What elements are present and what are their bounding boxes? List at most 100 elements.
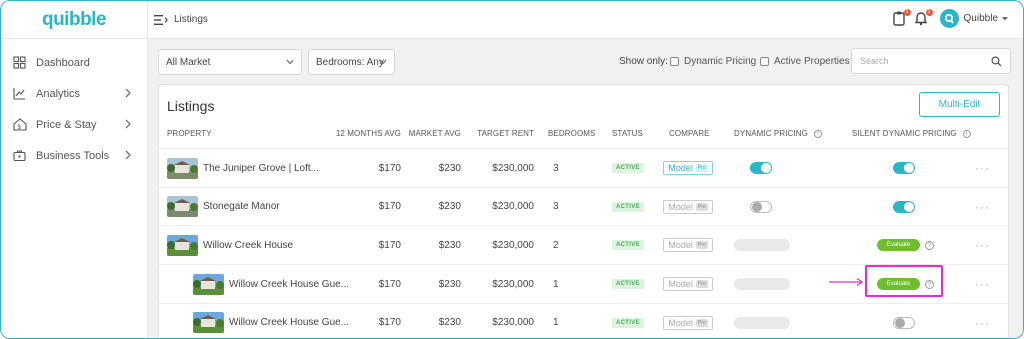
compare-cell: Model Pro [663,226,713,264]
bedrooms: 1 [553,278,559,290]
table-row[interactable]: Willow Creek House $170 $230 $230,000 2 ACTIV… [159,225,1008,263]
annotation-arrow [829,278,864,286]
property-name[interactable]: Willow Creek House Gue... [229,317,349,328]
market-avg: $230 [438,201,461,213]
property-thumbnail [167,157,198,179]
property-cell[interactable]: The Juniper Grove | Loft... [167,149,319,187]
checkbox-box[interactable] [760,57,769,66]
silent-pricing-toggle[interactable] [893,200,915,213]
help-icon[interactable]: ? [925,240,934,250]
bedrooms: 2 [553,239,559,251]
property-thumbnail [167,234,198,256]
more-options-icon[interactable]: ··· [975,161,990,175]
silent-pricing-cell [893,149,915,187]
table-row[interactable]: The Juniper Grove | Loft... $170 $230 $230,… [159,148,1008,186]
row-actions[interactable]: ··· [975,226,990,264]
sidebar-item-label: Analytics [36,87,81,100]
pro-badge: Pro [695,318,708,327]
status-cell: ACTIVE [612,226,644,264]
compare-model-button[interactable]: Model Pro [663,315,713,330]
row-actions[interactable]: ··· [975,188,990,226]
compare-model-button[interactable]: Model Pro [663,277,713,292]
compare-model-button[interactable]: Model Pro [663,199,713,214]
property-name[interactable]: Stonegate Manor [203,201,280,212]
info-icon[interactable]: i [962,129,971,138]
property-name[interactable]: Willow Creek House Gue... [229,279,349,290]
search-icon[interactable] [991,56,1002,67]
column-header-label: SILENT DYNAMIC PRICING [852,129,957,138]
sidebar-item-business-tools[interactable]: Business Tools [1,140,147,171]
status-badge: ACTIVE [612,240,644,251]
toggle-knob [904,201,914,212]
house-dollar-icon: $ [13,117,27,132]
status-cell: ACTIVE [612,149,644,187]
silent-pricing-toggle[interactable] [893,162,915,174]
app-frame: quibble Dashboard Analytics $ Price & Stay B… [0,0,1024,339]
property-cell[interactable]: Stonegate Manor [167,188,280,226]
compare-label: Model [668,279,693,290]
row-actions[interactable]: ··· [975,149,990,187]
more-options-icon[interactable]: ··· [975,277,990,291]
briefcase-icon [13,149,27,163]
row-actions[interactable]: ··· [975,304,990,338]
column-header-label: MARKET AVG [408,129,461,138]
collapse-menu-icon[interactable] [154,14,168,26]
property-cell[interactable]: Willow Creek House Gue... [193,265,349,303]
search-input[interactable]: Search [851,48,1011,74]
sidebar-item-label: Price & Stay [36,118,97,131]
target-rent: $230,000 [492,201,534,213]
clipboard-notification[interactable]: 1 [892,8,911,28]
sidebar-item-analytics[interactable]: Analytics [1,78,147,109]
market-select[interactable]: All Market [158,49,302,75]
property-name[interactable]: The Juniper Grove | Loft... [203,163,319,174]
bedrooms: 3 [553,162,559,174]
property-cell[interactable]: Willow Creek House Gue... [193,304,349,338]
compare-label: Model [668,317,693,328]
property-name[interactable]: Willow Creek House [203,240,293,251]
sidebar-item-dashboard[interactable]: Dashboard [1,47,147,78]
active-properties-checkbox[interactable]: Active Properties [760,56,850,67]
more-options-icon[interactable]: ··· [975,200,990,214]
toggle-knob [752,201,762,212]
property-thumbnail [193,273,224,295]
more-options-icon[interactable]: ··· [975,238,990,252]
column-header-label: COMPARE [669,129,710,138]
info-icon[interactable]: i [813,129,822,138]
logo[interactable]: quibble [1,1,147,39]
bedrooms-select-value: Bedrooms: Any [316,56,384,68]
silent-pricing-toggle[interactable] [893,316,915,329]
avatar[interactable] [939,9,959,28]
status-cell: ACTIVE [612,265,644,303]
row-actions[interactable]: ··· [975,265,990,303]
search-placeholder: Search [860,56,889,66]
annotation-highlight [865,265,943,297]
listings-title: Listings [167,98,215,114]
multi-edit-button[interactable]: Multi-Edit [919,92,1000,117]
evaluate-button[interactable]: Evaluate [877,239,920,252]
user-name[interactable]: Quibble [964,13,998,24]
dynamic-pricing-cell [734,265,790,303]
more-options-icon[interactable]: ··· [975,316,990,330]
sidebar-item-price-stay[interactable]: $ Price & Stay [1,109,147,140]
sidebar-nav: Dashboard Analytics $ Price & Stay Business … [1,39,147,171]
column-header-silent-dynamic-pricing: SILENT DYNAMIC PRICING i [852,129,971,138]
bedrooms: 3 [553,201,559,213]
table-row[interactable]: Stonegate Manor $170 $230 $230,000 3 ACTIVE Mo… [159,186,1008,226]
compare-cell: Model Pro [663,265,713,303]
silent-pricing-cell [893,304,915,338]
column-header-compare: COMPARE [669,129,710,138]
dynamic-pricing-checkbox[interactable]: Dynamic Pricing [670,56,756,67]
table-row[interactable]: Willow Creek House Gue... $170 $230 $230,00… [159,302,1008,338]
compare-model-button[interactable]: Model Pro [663,238,713,253]
dynamic-pricing-toggle[interactable] [750,162,772,174]
compare-model-button[interactable]: Model Pro [663,161,713,175]
bedrooms: 1 [553,317,559,329]
market-select-value: All Market [166,56,211,68]
dynamic-pricing-toggle[interactable] [750,200,772,213]
bell-notification[interactable]: 1 [914,8,933,28]
chevron-down-icon[interactable] [1001,16,1009,22]
checkbox-box[interactable] [670,57,679,66]
property-cell[interactable]: Willow Creek House [167,226,293,264]
bedrooms-select[interactable]: Bedrooms: Any [308,49,395,75]
column-header-label: TARGET RENT [477,129,534,138]
